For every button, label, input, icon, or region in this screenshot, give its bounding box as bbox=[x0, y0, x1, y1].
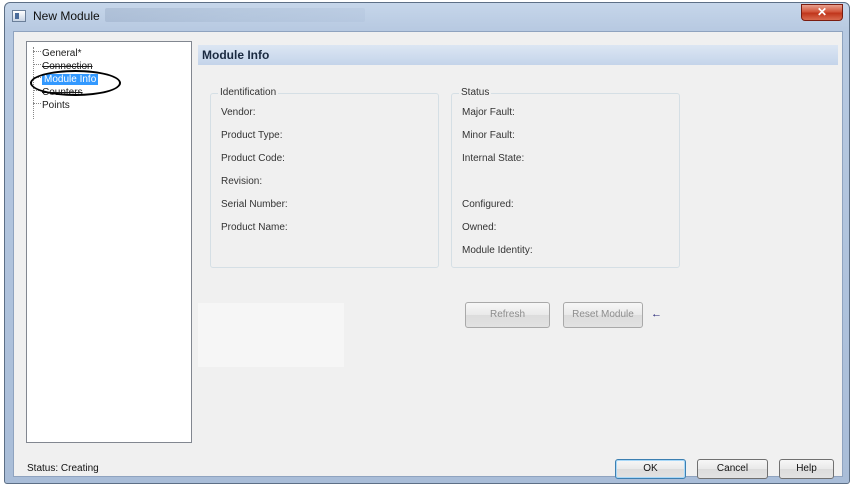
tree-item-points[interactable]: Points bbox=[33, 100, 70, 112]
arrow-left-icon: ← bbox=[651, 308, 662, 320]
title-bar-background bbox=[105, 8, 365, 22]
annotation-ellipse bbox=[30, 70, 121, 96]
owned-label: Owned: bbox=[462, 222, 497, 233]
refresh-button[interactable]: Refresh bbox=[465, 302, 550, 328]
window-icon bbox=[12, 10, 26, 22]
page-title: Module Info bbox=[202, 48, 270, 62]
category-tree[interactable]: General* Connection Module Info Counters… bbox=[26, 41, 192, 443]
help-button[interactable]: Help bbox=[779, 459, 834, 479]
identification-legend: Identification bbox=[218, 87, 279, 98]
internal-state-label: Internal State: bbox=[462, 153, 525, 164]
tree-item-general[interactable]: General* bbox=[33, 48, 81, 60]
revision-label: Revision: bbox=[221, 176, 263, 187]
major-fault-label: Major Fault: bbox=[462, 107, 515, 118]
module-identity-label: Module Identity: bbox=[462, 245, 533, 256]
dialog-body: General* Connection Module Info Counters… bbox=[13, 31, 843, 479]
panel-header: Module Info bbox=[198, 45, 838, 65]
ok-button[interactable]: OK bbox=[615, 459, 686, 479]
new-module-dialog: New Module ✕ General* Connection Module … bbox=[4, 2, 850, 484]
status-group: Status Major Fault: Minor Fault: Interna… bbox=[451, 87, 680, 268]
minor-fault-label: Minor Fault: bbox=[462, 130, 515, 141]
configured-label: Configured: bbox=[462, 199, 514, 210]
status-legend: Status bbox=[459, 87, 492, 98]
identification-group: Identification Vendor: Product Type: Pro… bbox=[210, 87, 439, 268]
title-bar[interactable]: New Module ✕ bbox=[5, 3, 849, 29]
product-name-label: Product Name: bbox=[221, 222, 288, 233]
reset-module-button[interactable]: Reset Module bbox=[563, 302, 643, 328]
close-button[interactable]: ✕ bbox=[801, 4, 843, 21]
cancel-button[interactable]: Cancel bbox=[697, 459, 768, 479]
product-code-label: Product Code: bbox=[221, 153, 285, 164]
serial-number-label: Serial Number: bbox=[221, 199, 288, 210]
blank-panel bbox=[198, 303, 344, 367]
window-title: New Module bbox=[33, 9, 100, 23]
product-type-label: Product Type: bbox=[221, 130, 283, 141]
vendor-label: Vendor: bbox=[221, 107, 256, 118]
status-label: Status: Creating bbox=[27, 463, 99, 474]
